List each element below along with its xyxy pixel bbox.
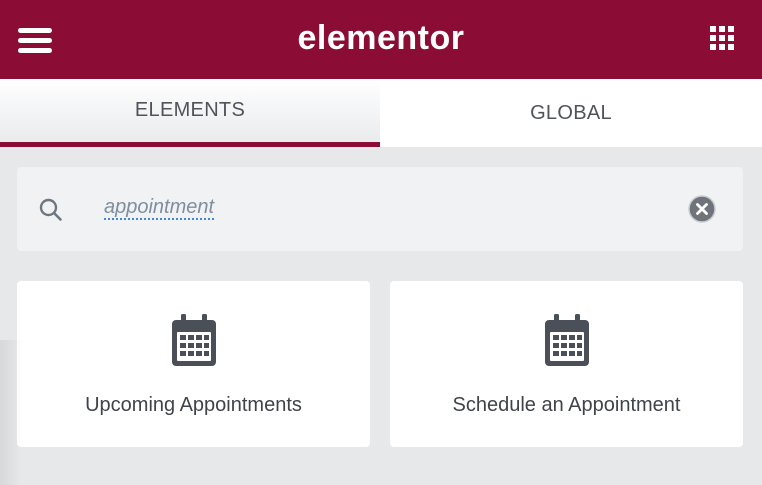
widget-schedule-appointment[interactable]: Schedule an Appointment: [390, 281, 743, 447]
widget-upcoming-appointments[interactable]: Upcoming Appointments: [17, 281, 370, 447]
tab-global[interactable]: GLOBAL: [380, 79, 762, 147]
calendar-icon: [171, 314, 216, 366]
grid-apps-button[interactable]: [706, 22, 742, 58]
panel-tabs: ELEMENTS GLOBAL: [0, 79, 762, 147]
search-input[interactable]: appointment: [104, 196, 214, 219]
widget-label: Upcoming Appointments: [85, 394, 302, 416]
panel-edge-shadow: [0, 340, 22, 485]
search-icon: [39, 198, 62, 221]
widget-label: Schedule an Appointment: [452, 394, 681, 416]
editor-header: elementor: [0, 0, 762, 79]
clear-icon[interactable]: [688, 195, 716, 223]
calendar-icon: [544, 314, 589, 366]
elementor-logo: elementor: [297, 19, 465, 57]
tab-elements[interactable]: ELEMENTS: [0, 79, 380, 147]
grid-apps-icon: [710, 26, 734, 50]
